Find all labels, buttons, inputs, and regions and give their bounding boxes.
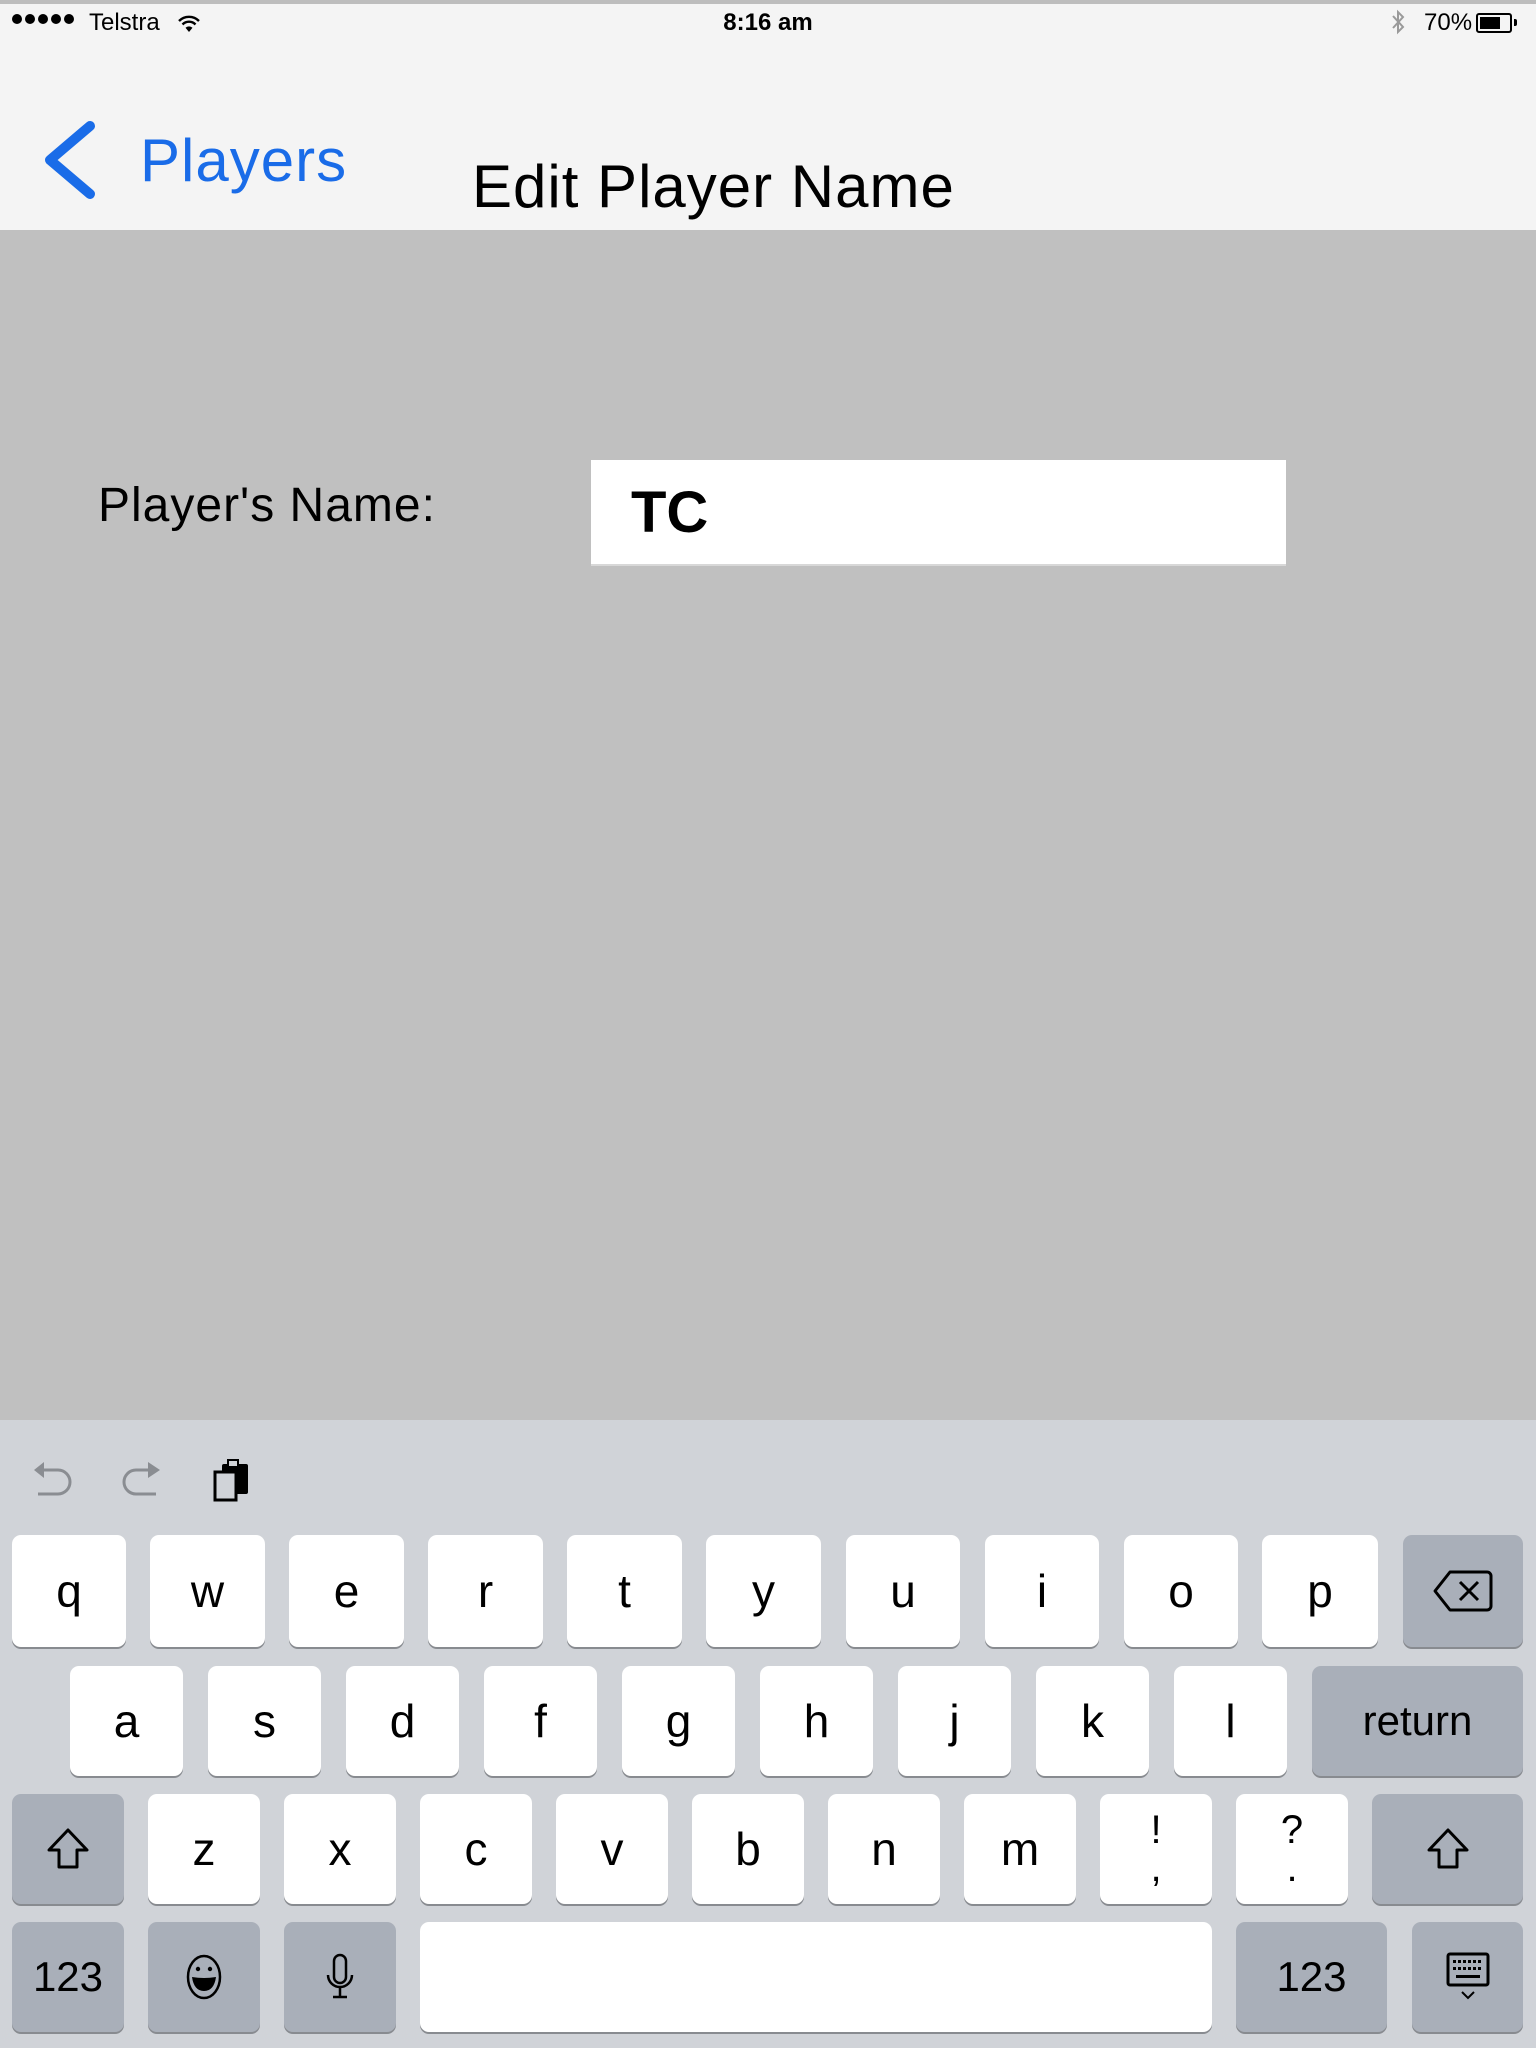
return-key[interactable]: return <box>1312 1666 1523 1776</box>
player-name-input[interactable] <box>591 460 1286 566</box>
key-n[interactable]: n <box>828 1794 940 1904</box>
key-z[interactable]: z <box>148 1794 260 1904</box>
bluetooth-icon <box>1390 8 1406 43</box>
key-o[interactable]: o <box>1124 1535 1238 1647</box>
emoji-key[interactable] <box>148 1922 260 2032</box>
delete-icon <box>1433 1570 1493 1612</box>
key-label: r <box>477 1565 494 1617</box>
key-x[interactable]: x <box>284 1794 396 1904</box>
player-name-label: Player's Name: <box>98 479 436 532</box>
key-label: o <box>1168 1565 1194 1617</box>
key-label: g <box>665 1695 692 1747</box>
emoji-icon <box>186 1954 222 2000</box>
key-r[interactable]: r <box>428 1535 543 1647</box>
key-a[interactable]: a <box>70 1666 183 1776</box>
key-e[interactable]: e <box>289 1535 404 1647</box>
key-label-top: ? <box>1280 1808 1304 1852</box>
key-label: l <box>1225 1695 1236 1747</box>
shift-key-right[interactable] <box>1372 1794 1523 1904</box>
key-label: n <box>871 1823 897 1875</box>
key-label: h <box>803 1695 830 1747</box>
navigation-bar: Players Edit Player Name <box>0 40 1536 230</box>
numbers-label: 123 <box>1276 1953 1347 2000</box>
key-label: v <box>600 1823 624 1875</box>
dictation-key[interactable] <box>284 1922 396 2032</box>
key-label: p <box>1307 1565 1333 1617</box>
battery-percent: 70% <box>1424 9 1473 36</box>
key-m[interactable]: m <box>964 1794 1076 1904</box>
back-label: Players <box>140 126 348 194</box>
key-label: e <box>333 1565 360 1617</box>
microphone-icon <box>326 1953 354 1999</box>
content-area <box>0 230 1536 1420</box>
key-j[interactable]: j <box>898 1666 1011 1776</box>
key-u[interactable]: u <box>846 1535 960 1647</box>
shift-icon <box>47 1828 89 1869</box>
space-bar[interactable] <box>420 1922 1212 2032</box>
key-label: s <box>253 1695 276 1747</box>
shift-icon <box>1427 1828 1468 1869</box>
numbers-label: 123 <box>32 1953 104 2000</box>
key-q[interactable]: q <box>12 1535 126 1647</box>
battery-icon <box>1476 13 1512 33</box>
back-button[interactable]: Players <box>30 110 347 210</box>
key-label: c <box>464 1823 488 1875</box>
shift-key-left[interactable] <box>12 1794 124 1904</box>
key-label-bottom: , <box>1150 1846 1162 1890</box>
key-p[interactable]: p <box>1262 1535 1378 1647</box>
key-h[interactable]: h <box>760 1666 873 1776</box>
key-label-top: ! <box>1150 1808 1162 1852</box>
key-label: q <box>56 1565 82 1617</box>
key-label: y <box>752 1565 775 1617</box>
key-question-period[interactable]: ?. <box>1236 1794 1348 1904</box>
key-t[interactable]: t <box>567 1535 682 1647</box>
key-label: w <box>190 1565 225 1617</box>
clock: 8:16 am <box>723 9 813 36</box>
key-label: j <box>949 1695 960 1747</box>
key-label: u <box>890 1565 916 1617</box>
key-label: m <box>1000 1823 1040 1875</box>
chevron-left-icon <box>45 121 95 199</box>
key-label: a <box>113 1695 140 1747</box>
dismiss-keyboard-key[interactable] <box>1412 1922 1523 2032</box>
key-y[interactable]: y <box>706 1535 821 1647</box>
key-label: b <box>735 1823 761 1875</box>
undo-icon[interactable] <box>28 1458 74 1507</box>
numbers-key-right[interactable]: 123 <box>1236 1922 1387 2032</box>
key-w[interactable]: w <box>150 1535 265 1647</box>
redo-icon[interactable] <box>118 1458 164 1507</box>
key-v[interactable]: v <box>556 1794 668 1904</box>
key-label: f <box>534 1695 547 1747</box>
key-b[interactable]: b <box>692 1794 804 1904</box>
paste-icon[interactable] <box>212 1458 256 1507</box>
key-label: k <box>1081 1695 1104 1747</box>
page-title: Edit Player Name <box>472 153 955 220</box>
key-label: z <box>192 1823 216 1875</box>
return-label: return <box>1362 1697 1473 1744</box>
key-s[interactable]: s <box>208 1666 321 1776</box>
status-bar: Telstra 8:16 am 70% <box>0 4 1536 40</box>
key-label-bottom: . <box>1286 1846 1298 1890</box>
key-i[interactable]: i <box>985 1535 1099 1647</box>
key-l[interactable]: l <box>1174 1666 1287 1776</box>
key-k[interactable]: k <box>1036 1666 1149 1776</box>
numbers-key-left[interactable]: 123 <box>12 1922 124 2032</box>
key-label: d <box>389 1695 416 1747</box>
delete-key[interactable] <box>1403 1535 1523 1647</box>
key-f[interactable]: f <box>484 1666 597 1776</box>
key-d[interactable]: d <box>346 1666 459 1776</box>
key-label: i <box>1036 1565 1048 1617</box>
battery-nub <box>1514 19 1517 26</box>
key-exclamation-comma[interactable]: !, <box>1100 1794 1212 1904</box>
key-c[interactable]: c <box>420 1794 532 1904</box>
key-g[interactable]: g <box>622 1666 735 1776</box>
hide-keyboard-icon <box>1446 1952 1489 2000</box>
key-label: x <box>328 1823 352 1875</box>
key-label: t <box>618 1565 631 1617</box>
